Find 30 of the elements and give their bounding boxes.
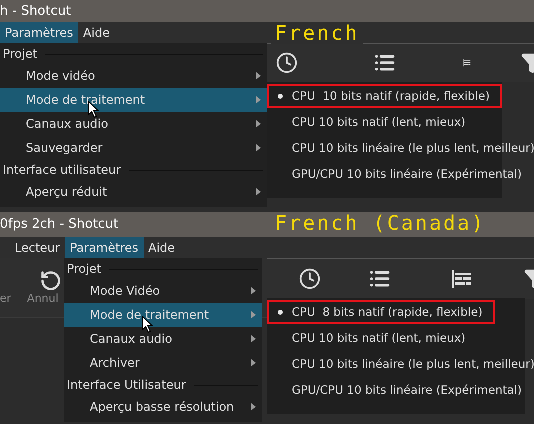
submenu-item[interactable]: GPU/CPU 10 bits linéaire (Expérimental) (267, 162, 534, 186)
menu-bar-item[interactable]: Paramètres (65, 237, 144, 258)
language-caption: French (271, 22, 364, 44)
menu-item[interactable]: Canaux audio (64, 327, 262, 351)
submenu-item[interactable]: GPU/CPU 10 bits linéaire (Expérimental) (267, 378, 534, 402)
toolbar-button[interactable]: Annul (27, 292, 59, 305)
window-title: h - Shotcut (0, 4, 72, 18)
menu-bar-item[interactable]: Lecteur (10, 237, 66, 258)
menu-item[interactable]: Mode Vidéo (64, 279, 262, 303)
window-title: 0fps 2ch - Shotcut (0, 217, 119, 232)
menu-section-header: Projet (67, 262, 102, 276)
submenu-item[interactable]: CPU 10 bits natif (lent, mieux) (267, 326, 478, 350)
submenu-item[interactable]: CPU 8 bits natif (rapide, flexible) (267, 300, 495, 324)
menu-item[interactable]: Canaux audio (0, 112, 267, 136)
menu-item[interactable]: Aperçu réduit (0, 180, 267, 204)
menu-section-header: Interface Utilisateur (67, 378, 186, 392)
menu-section-header: Interface utilisateur (3, 163, 122, 177)
menu-item[interactable]: Archiver (64, 351, 262, 375)
menu-item[interactable]: Sauvegarder (0, 136, 267, 160)
toolbar-button[interactable]: er (0, 292, 12, 305)
menu-bar-item[interactable]: Aide (144, 237, 180, 258)
menu-section-header: Projet (3, 47, 38, 61)
menu-bar-item[interactable]: Paramètres (0, 22, 78, 43)
submenu-item[interactable]: CPU 10 bits natif (lent, mieux) (267, 110, 478, 134)
submenu-item[interactable]: CPU 10 bits natif (rapide, flexible) (267, 84, 502, 108)
menu-item[interactable]: Mode vidéo (0, 64, 267, 88)
menu-item[interactable]: Aperçu basse résolution (64, 395, 262, 419)
submenu-item[interactable]: CPU 10 bits linéaire (le plus lent, meilleur) (267, 352, 534, 376)
submenu-item[interactable]: CPU 10 bits linéaire (le plus lent, meilleur) (267, 136, 534, 160)
menu-bar-item[interactable]: Aide (78, 22, 115, 43)
